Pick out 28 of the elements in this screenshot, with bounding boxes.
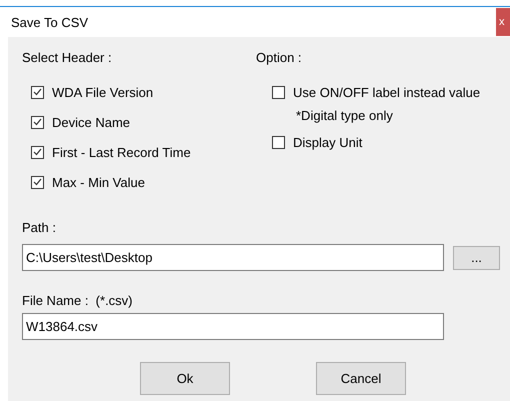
path-field[interactable]: C:\Users\test\Desktop <box>22 244 444 271</box>
section-label: Option : <box>256 50 303 66</box>
checkbox[interactable] <box>272 86 285 98</box>
checkbox-label: Max - Min Value <box>52 174 145 190</box>
checkbox[interactable] <box>31 176 44 188</box>
ok-button[interactable]: Ok <box>140 362 230 395</box>
file-name-field[interactable]: W13864.csv <box>22 313 444 340</box>
check-icon <box>33 118 42 126</box>
checkbox[interactable] <box>31 86 44 98</box>
checkbox[interactable] <box>272 136 285 148</box>
check-icon <box>33 178 42 186</box>
field-label: File Name : (*.csv) <box>22 293 133 308</box>
window-title: Save To CSV <box>11 14 88 30</box>
close-button[interactable]: x <box>496 8 510 36</box>
checkbox-label: First - Last Record Time <box>52 144 191 160</box>
checkbox-label: Use ON/OFF label instead value <box>293 84 480 100</box>
checkbox-label: Device Name <box>52 114 130 130</box>
checkbox-label: WDA File Version <box>52 84 154 100</box>
checkbox[interactable] <box>31 146 44 158</box>
check-icon <box>33 148 42 156</box>
check-icon <box>33 88 42 96</box>
section-label: Select Header : <box>22 50 113 66</box>
field-label: Path : <box>22 220 56 235</box>
checkbox-label: Display Unit <box>293 134 362 150</box>
checkbox[interactable] <box>31 116 44 128</box>
cancel-button[interactable]: Cancel <box>316 362 406 395</box>
hint-text: *Digital type only <box>295 108 394 124</box>
browse-button[interactable]: ... <box>453 246 500 270</box>
